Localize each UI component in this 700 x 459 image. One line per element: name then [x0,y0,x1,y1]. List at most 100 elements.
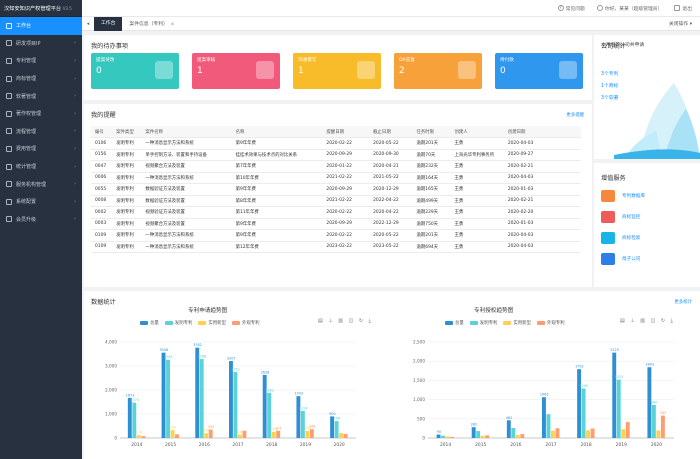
bar-total[interactable] [542,397,546,438]
chart2-toolbox[interactable]: ▤ ⊥ ▥ ◫ ↻ ⤓ [620,318,675,324]
close-operations-button[interactable]: 关闭操作 ▾ [669,20,700,27]
table-row[interactable]: 0003 发明专利 视频聚合方法及装置 第9年年费 2020-09-29 2022-12-… [91,218,581,230]
bar-invention[interactable] [233,371,238,438]
more-stats-link[interactable]: 更多统计 [674,299,692,305]
user-menu[interactable]: 你好，某某（超级管理员） [596,5,662,12]
bar-design[interactable] [141,436,146,438]
sidebar-item-10[interactable]: 系统配置 › [0,193,82,211]
sidebar-item-1[interactable]: 研发项目IP › [0,35,82,53]
legend-item[interactable]: 总量 [445,320,464,326]
todo-card-3[interactable]: OA答复 2 [394,53,482,89]
todo-card-2[interactable]: 沟通撰写 1 [293,53,381,89]
table-row[interactable]: 0006 发明专利 一种消息显示方法和系统 第10年年费 2021-02-22 2021-… [91,172,581,184]
faq-link[interactable]: ? 常见问题 [557,5,585,12]
bar-design[interactable] [660,415,665,438]
bar-utility[interactable] [238,434,242,438]
service-icon[interactable] [601,253,615,265]
bar-invention[interactable] [334,421,339,438]
bar-design[interactable] [485,435,490,438]
sidebar-item-6[interactable]: 流程管理 › [0,123,82,141]
legend-item[interactable]: 发明专利 [164,320,192,326]
table-row[interactable]: 0008 发明专利 数据验证方法及装置 第8年年费 2021-02-22 2022-04-… [91,195,581,207]
bar-utility[interactable] [586,430,591,438]
bar-total[interactable] [506,420,511,438]
bar-design[interactable] [175,434,179,438]
todo-card-4[interactable]: 待付款 0 [495,53,583,89]
tab-case-info[interactable]: 案件信息（专利） ⊗ [122,17,181,31]
bar-utility[interactable] [136,435,141,438]
bar-utility[interactable] [621,429,626,438]
bar-total[interactable] [195,347,200,438]
bar-utility[interactable] [445,436,450,438]
chart1-toolbox[interactable]: ▤ ⊥ ▥ ◫ ↻ ⤓ [318,318,373,324]
service-link-3[interactable]: 母子公司 [622,256,640,262]
bar-invention[interactable] [511,428,516,438]
table-row[interactable]: 0002 发明专利 视频验证方法及装置 第11年年费 2020-02-22 2020-04… [91,206,581,219]
legend-item[interactable]: 外观专利 [536,320,565,326]
close-icon[interactable]: ⊗ [171,21,174,26]
bar-utility[interactable] [480,435,485,438]
bar-invention[interactable] [199,359,204,438]
todo-card-1[interactable]: 提案审核 1 [192,53,280,89]
bar-invention[interactable] [616,379,621,438]
software-count-link[interactable]: 3个软著 [601,94,618,101]
bar-utility[interactable] [305,430,310,438]
service-link-1[interactable]: 商标监控 [622,214,640,220]
todo-card-0[interactable]: 提案待改 0 [91,53,179,89]
exit-button[interactable]: 退出 [674,5,692,12]
bar-design[interactable] [555,428,560,438]
bar-design[interactable] [590,428,595,438]
bar-total[interactable] [127,397,132,438]
tab-scroll-left-icon[interactable]: ◂ [82,21,94,27]
bar-total[interactable] [436,434,441,438]
sidebar-item-7[interactable]: 费用管理 › [0,140,82,158]
bar-utility[interactable] [515,434,520,438]
table-row[interactable]: 0047 发明专利 视频聚合方法及装置 第7年年费 2020-01-22 2020-04-… [91,160,581,173]
table-row[interactable]: 0156 发明专利 单手控制方法、装置和手持设备 挂挂术效果与技术点的对比关系 2020… [91,149,581,161]
legend-item[interactable]: 实用新型 [503,320,531,326]
tab-workbench[interactable]: 工作台 [94,16,123,31]
bar-invention[interactable] [546,414,551,438]
bar-design[interactable] [276,430,281,438]
service-icon[interactable] [601,211,615,223]
legend-item[interactable]: 外观专利 [231,320,260,326]
legend-item[interactable]: 实用新型 [198,320,226,326]
bar-invention[interactable] [581,388,586,438]
bar-total[interactable] [262,374,267,438]
table-row[interactable]: 0109 发明专利 一种消息显示方法和系统 第9年年费 2020-02-22 2020-0… [91,229,581,242]
bar-design[interactable] [625,422,630,438]
bar-design[interactable] [450,436,454,438]
sidebar-item-0[interactable]: 工作台 [0,17,82,35]
legend-item[interactable]: 总量 [140,320,159,326]
bar-invention[interactable] [441,435,445,438]
sidebar-item-5[interactable]: 著作权管理 › [0,105,82,123]
bar-design[interactable] [309,429,314,438]
bar-total[interactable] [296,396,301,438]
legend-item[interactable]: 发明专利 [469,320,497,326]
bar-total[interactable] [612,352,617,438]
more-reminders-link[interactable]: 更多提醒 [566,112,584,118]
bar-design[interactable] [242,430,247,438]
table-row[interactable]: 0109 发明专利 一种消息显示方法和系统 第12年年费 2023-02-22 2023-… [91,241,581,253]
sidebar-item-2[interactable]: 专利管理 › [0,52,82,70]
bar-utility[interactable] [204,433,209,438]
bar-total[interactable] [229,361,233,438]
bar-total[interactable] [161,352,166,438]
sidebar-item-3[interactable]: 商标管理 › [0,70,82,88]
bar-utility[interactable] [551,430,555,438]
sidebar-item-8[interactable]: 统计管理 › [0,158,82,176]
table-row[interactable]: 0106 发明专利 一种消息显示方法和系统 第9年年费 2020-02-22 2020-0… [91,137,581,150]
bar-design[interactable] [520,434,525,438]
patent-count-link[interactable]: 3个专利 [601,70,618,77]
service-link-0[interactable]: 专利数据库 [622,193,645,199]
trademark-count-link[interactable]: 1个商标 [601,82,618,89]
bar-utility[interactable] [170,430,175,438]
service-icon[interactable] [601,232,615,244]
sidebar-item-9[interactable]: 服务机构管理 › [0,175,82,193]
service-link-2[interactable]: 商标检索 [622,235,640,241]
bar-total[interactable] [577,369,582,438]
bar-utility[interactable] [339,433,344,438]
bar-utility[interactable] [271,431,276,438]
bar-design[interactable] [343,433,348,438]
table-row[interactable]: 0055 发明专利 数据验证方法及装置 第9年年费 2020-09-29 2020-12-… [91,183,581,196]
